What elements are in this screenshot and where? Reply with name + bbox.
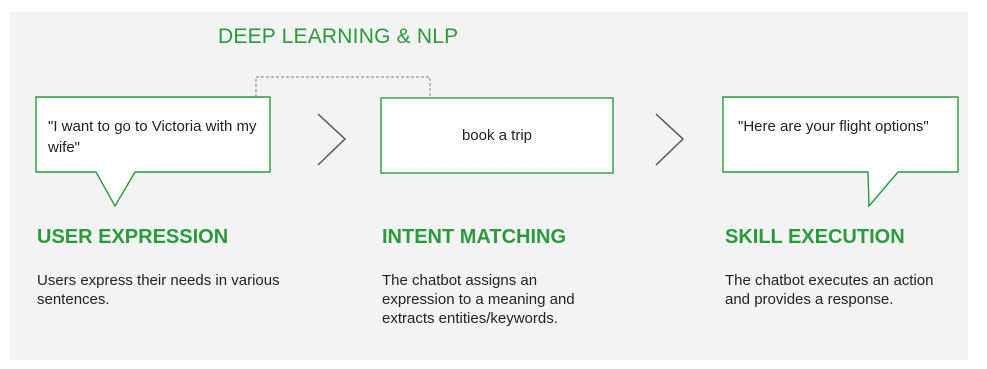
- nlp-connector-bracket: [255, 76, 431, 97]
- diagram-canvas: DEEP LEARNING & NLP "I want to go to Vic…: [0, 0, 987, 369]
- skill-execution-heading: SKILL EXECUTION: [725, 226, 905, 248]
- intent-matching-heading: INTENT MATCHING: [382, 226, 567, 248]
- user-quote-text: "I want to go to Victoria with my wife": [48, 118, 257, 156]
- intent-matching-description: The chatbot assigns an expression to a m…: [382, 272, 575, 327]
- response-quote-text: "Here are your flight options": [738, 118, 929, 135]
- user-expression-description: Users express their needs in various sen…: [37, 272, 280, 308]
- chevron-right-icon: [655, 113, 685, 166]
- user-expression-heading: USER EXPRESSION: [37, 226, 229, 248]
- nlp-label: DEEP LEARNING & NLP: [218, 25, 459, 48]
- response-speech-bubble: [722, 96, 959, 208]
- chevron-right-icon: [317, 113, 347, 166]
- skill-execution-description: The chatbot executes an action and provi…: [725, 272, 934, 308]
- intent-box-text: book a trip: [461, 127, 533, 144]
